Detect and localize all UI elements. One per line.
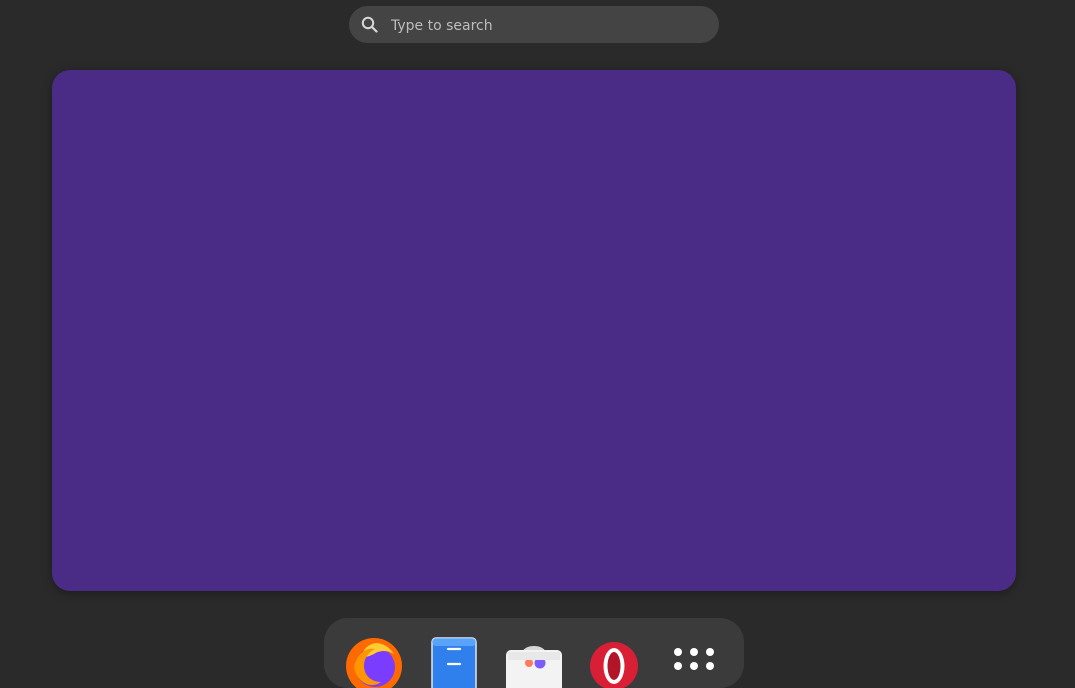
software-launcher[interactable] bbox=[504, 636, 564, 688]
search-icon bbox=[361, 16, 378, 33]
app-grid-icon bbox=[674, 648, 714, 670]
firefox-launcher[interactable] bbox=[344, 636, 404, 688]
opera-icon bbox=[590, 642, 638, 688]
workspace-thumbnail[interactable] bbox=[52, 70, 1016, 591]
search-input[interactable] bbox=[389, 6, 713, 45]
files-icon bbox=[431, 637, 477, 688]
software-center-icon bbox=[506, 646, 562, 688]
firefox-icon bbox=[346, 638, 402, 688]
files-launcher[interactable] bbox=[424, 636, 484, 688]
opera-launcher[interactable] bbox=[584, 636, 644, 688]
show-apps-button[interactable] bbox=[664, 636, 724, 688]
dash bbox=[324, 618, 744, 688]
search-bar[interactable] bbox=[349, 6, 719, 45]
